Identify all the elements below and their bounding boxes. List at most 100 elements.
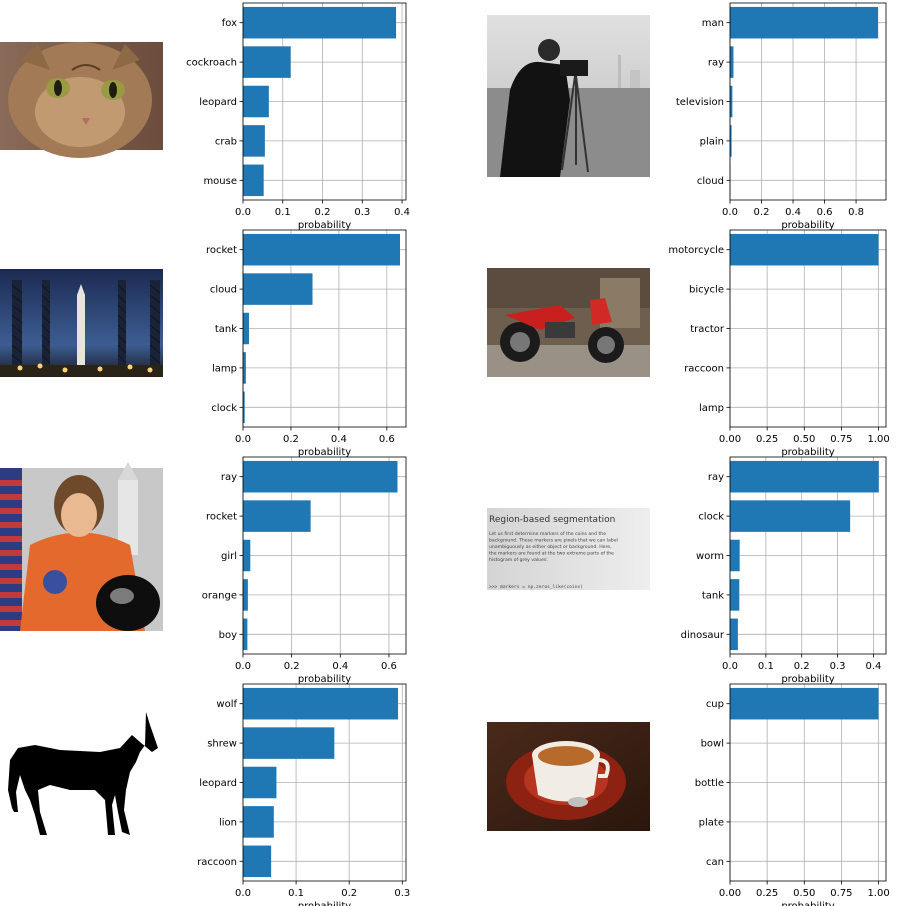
y-tick-label: leopard: [199, 778, 237, 789]
x-axis-label: probability: [781, 674, 834, 685]
y-tick-label: cloud: [697, 176, 724, 187]
x-tick-label: 0.1: [288, 888, 304, 899]
coffee-photo: [487, 722, 650, 831]
bar: [243, 233, 401, 266]
x-tick-label: 0.0: [235, 888, 251, 899]
bar: [243, 352, 246, 384]
x-tick-label: 0.2: [315, 207, 331, 218]
y-tick-label: tractor: [690, 324, 725, 335]
x-tick-label: 0.3: [394, 888, 410, 899]
y-tick-label: lion: [219, 817, 237, 828]
bar: [243, 618, 248, 651]
x-tick-label: 0.0: [235, 434, 251, 445]
x-tick-label: 0.3: [354, 207, 370, 218]
bar: [243, 727, 335, 759]
y-tick-label: clock: [211, 403, 237, 414]
bar-chart-6: ray clock worm tank dinosaur 0.0 0.1 0.2 0.3 0.4 p…: [681, 456, 887, 685]
x-tick-label: 0.2: [283, 434, 299, 445]
bar-chart-2: man ray television plain cloud 0.0 0.2 0.4 0.6 0.…: [676, 2, 887, 231]
bar: [730, 539, 740, 572]
x-tick-label: 0.0: [235, 207, 251, 218]
x-axis-label: probability: [298, 901, 351, 906]
x-axis-label: probability: [298, 674, 351, 685]
x-tick-label: 0.2: [754, 207, 770, 218]
y-tick-label: plate: [699, 817, 724, 828]
bar-chart-3: rocket cloud tank lamp clock 0.0 0.2 0.4 0.6 prob…: [206, 229, 407, 458]
bar: [730, 233, 879, 266]
x-axis-label: probability: [298, 447, 351, 458]
x-tick-label: 0.4: [332, 661, 348, 672]
bar: [730, 6, 879, 39]
text-page-line: the markers are found at the two extreme…: [489, 551, 614, 557]
y-tick-label: wolf: [216, 699, 237, 710]
bar: [730, 46, 734, 78]
x-tick-label: 0.75: [830, 434, 852, 445]
bar: [243, 46, 291, 78]
motorcycle-photo: [487, 268, 650, 377]
x-tick-label: 0.0: [235, 661, 251, 672]
x-tick-label: 0.4: [865, 661, 881, 672]
bar: [243, 539, 251, 572]
text-page-line: histogram of grey values:: [489, 557, 548, 563]
x-tick-label: 0.6: [381, 661, 397, 672]
bar: [243, 806, 274, 838]
y-tick-label: girl: [221, 551, 237, 562]
x-tick-label: 0.0: [722, 207, 738, 218]
y-tick-label: leopard: [199, 97, 237, 108]
x-tick-label: 0.00: [719, 888, 741, 899]
cat-photo: [0, 42, 163, 158]
x-tick-label: 1.00: [867, 888, 889, 899]
bar: [243, 845, 272, 878]
y-tick-label: crab: [215, 136, 237, 147]
y-tick-label: dinosaur: [681, 630, 725, 641]
y-tick-label: lamp: [699, 403, 724, 414]
text-page-photo: Region-based segmentation Let us first de…: [487, 508, 650, 590]
rocket-photo: [0, 269, 163, 377]
x-tick-label: 1.00: [867, 434, 889, 445]
figure: fox cockroach leopard crab mouse 0.0 0.1 0.2 0.3…: [0, 2, 890, 906]
y-tick-label: worm: [696, 551, 724, 562]
bar: [243, 6, 397, 39]
y-tick-label: raccoon: [684, 363, 724, 374]
bar-chart-1: fox cockroach leopard crab mouse 0.0 0.1 0.2 0.3…: [186, 2, 410, 231]
text-page-line: Let us first determine markers of the co…: [489, 531, 606, 537]
x-tick-label: 0.8: [848, 207, 864, 218]
bar-chart-5: ray rocket girl orange boy 0.0 0.2 0.4 0.6 probab…: [202, 456, 407, 685]
y-tick-label: cloud: [210, 285, 237, 296]
text-page-line: background. These markers are pixels tha…: [489, 538, 618, 544]
y-tick-label: clock: [698, 512, 724, 523]
x-tick-label: 0.4: [331, 434, 347, 445]
y-tick-label: cup: [706, 699, 724, 710]
text-page-heading: Region-based segmentation: [489, 515, 615, 525]
y-tick-label: boy: [219, 630, 237, 641]
x-axis-label: probability: [781, 447, 834, 458]
horse-silhouette: [8, 712, 158, 835]
bar-chart-8: cup bowl bottle plate can 0.00 0.25 0.50 0.75 1.0…: [695, 683, 890, 906]
x-tick-label: 0.1: [275, 207, 291, 218]
x-tick-label: 0.25: [756, 888, 778, 899]
x-tick-label: 0.00: [719, 434, 741, 445]
y-tick-label: tank: [702, 590, 724, 601]
cameraman-photo: [487, 15, 650, 177]
bar: [243, 766, 277, 799]
x-tick-label: 0.50: [793, 434, 815, 445]
y-tick-label: mouse: [203, 176, 237, 187]
x-axis-label: probability: [298, 220, 351, 231]
y-tick-label: man: [702, 18, 724, 29]
y-tick-label: bicycle: [689, 285, 724, 296]
x-tick-label: 0.1: [758, 661, 774, 672]
bar: [730, 618, 738, 651]
x-tick-label: 0.6: [379, 434, 395, 445]
x-tick-label: 0.6: [817, 207, 833, 218]
bar: [243, 687, 399, 720]
x-tick-label: 0.2: [341, 888, 357, 899]
x-tick-label: 0.2: [284, 661, 300, 672]
x-tick-label: 0.4: [394, 207, 410, 218]
x-tick-label: 0.75: [830, 888, 852, 899]
x-axis-label: probability: [781, 901, 834, 906]
y-tick-label: shrew: [207, 739, 237, 750]
astronaut-photo: [0, 462, 163, 631]
y-tick-label: lamp: [212, 363, 237, 374]
x-tick-label: 0.0: [722, 661, 738, 672]
y-tick-label: orange: [202, 590, 237, 601]
